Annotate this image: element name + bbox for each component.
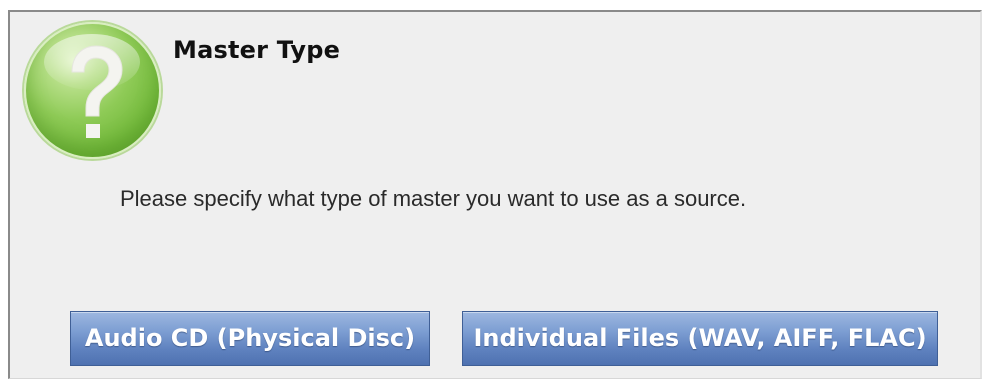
master-type-dialog: Master Type Please specify what type of … [8, 10, 982, 379]
question-mark-icon [24, 22, 161, 159]
dialog-message: Please specify what type of master you w… [120, 186, 747, 211]
dialog-title: Master Type [173, 36, 341, 64]
question-mark-glyph [71, 45, 123, 138]
individual-files-button[interactable]: Individual Files (WAV, AIFF, FLAC) [462, 311, 938, 366]
page: Master Type Please specify what type of … [0, 0, 986, 381]
audio-cd-button[interactable]: Audio CD (Physical Disc) [70, 311, 430, 366]
